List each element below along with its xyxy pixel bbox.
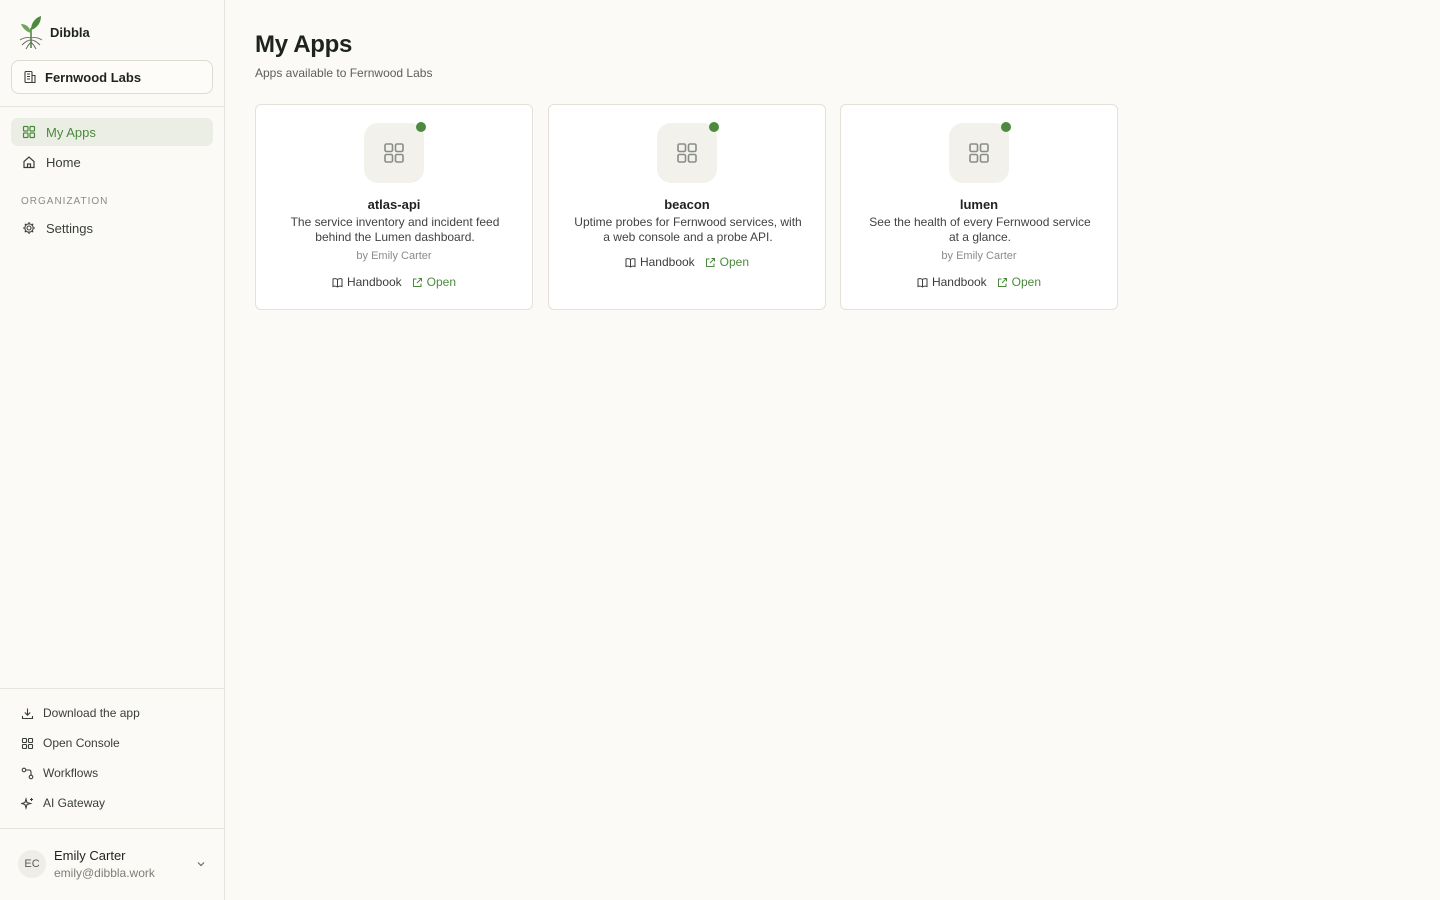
- app-icon: [657, 123, 717, 183]
- download-icon: [21, 707, 34, 720]
- sidebar-divider: [0, 828, 224, 829]
- sidebar-item-my-apps[interactable]: My Apps: [11, 118, 213, 146]
- external-link-icon: [705, 257, 716, 268]
- app-description: Uptime probes for Fernwood services, wit…: [574, 215, 802, 244]
- util-label: Open Console: [43, 736, 120, 750]
- gear-icon: [22, 221, 36, 235]
- page-subtitle: Apps available to Fernwood Labs: [255, 66, 433, 80]
- app-description: See the health of every Fernwood service…: [869, 215, 1091, 244]
- page-title: My Apps: [255, 31, 353, 58]
- app-actions: Handbook Open: [256, 275, 532, 289]
- util-label: AI Gateway: [43, 796, 106, 810]
- open-label: Open: [719, 255, 750, 269]
- sidebar-divider: [0, 106, 224, 107]
- util-label: Download the app: [43, 706, 140, 720]
- ai-gateway-link[interactable]: AI Gateway: [21, 793, 105, 813]
- external-link-icon: [997, 277, 1008, 288]
- app-name: lumen: [959, 197, 999, 212]
- open-console-link[interactable]: Open Console: [21, 733, 120, 753]
- handbook-label: Handbook: [931, 275, 987, 289]
- sidebar-item-home[interactable]: Home: [11, 148, 213, 176]
- status-dot: [1001, 122, 1011, 132]
- app-icon: [364, 123, 424, 183]
- app-icon: [949, 123, 1009, 183]
- sidebar: Dibbla Fernwood Labs My Apps Home ORGANI…: [0, 0, 225, 900]
- sidebar-item-label: Home: [46, 154, 81, 170]
- external-link-icon: [412, 277, 423, 288]
- handbook-label: Handbook: [346, 275, 402, 289]
- user-menu[interactable]: EC Emily Carter emily@dibbla.work: [18, 846, 214, 882]
- user-name: Emily Carter: [54, 848, 126, 863]
- brand[interactable]: Dibbla: [18, 14, 90, 50]
- open-label: Open: [1011, 275, 1042, 289]
- sidebar-item-label: Settings: [46, 220, 93, 236]
- main-content: My Apps Apps available to Fernwood Labs …: [225, 0, 1440, 900]
- book-icon: [917, 277, 928, 288]
- app-actions: Handbook Open: [549, 255, 825, 269]
- nav-section-label: ORGANIZATION: [21, 196, 109, 207]
- book-icon: [332, 277, 343, 288]
- user-email: emily@dibbla.work: [54, 866, 155, 880]
- app-card-atlas-api[interactable]: atlas-api The service inventory and inci…: [255, 104, 533, 310]
- download-app-link[interactable]: Download the app: [21, 703, 140, 723]
- sprout-logo-icon: [18, 14, 44, 50]
- workflows-link[interactable]: Workflows: [21, 763, 98, 783]
- app-card-lumen[interactable]: lumen See the health of every Fernwood s…: [840, 104, 1118, 310]
- grid-icon: [21, 737, 34, 750]
- handbook-link[interactable]: Handbook: [332, 275, 402, 289]
- handbook-label: Handbook: [639, 255, 695, 269]
- book-icon: [625, 257, 636, 268]
- open-link[interactable]: Open: [705, 255, 749, 269]
- org-name: Fernwood Labs: [45, 69, 142, 85]
- building-icon: [23, 70, 37, 84]
- status-dot: [709, 122, 719, 132]
- status-dot: [416, 122, 426, 132]
- open-link[interactable]: Open: [412, 275, 456, 289]
- open-label: Open: [426, 275, 457, 289]
- sidebar-divider: [0, 688, 224, 689]
- grid-icon: [22, 125, 36, 139]
- app-author: by Emily Carter: [356, 250, 432, 262]
- app-name: beacon: [664, 197, 710, 212]
- app-description: The service inventory and incident feed …: [290, 215, 500, 244]
- app-author: by Emily Carter: [941, 250, 1017, 262]
- app-card-beacon[interactable]: beacon Uptime probes for Fernwood servic…: [548, 104, 826, 310]
- workflow-icon: [21, 767, 34, 780]
- handbook-link[interactable]: Handbook: [625, 255, 695, 269]
- app-name: atlas-api: [367, 197, 421, 212]
- sidebar-item-label: My Apps: [46, 124, 96, 140]
- util-label: Workflows: [43, 766, 99, 780]
- brand-name: Dibbla: [50, 24, 90, 40]
- handbook-link[interactable]: Handbook: [917, 275, 987, 289]
- chevron-down-icon[interactable]: [196, 859, 206, 869]
- sparkle-icon: [21, 796, 34, 810]
- org-switcher[interactable]: Fernwood Labs: [11, 60, 213, 94]
- home-icon: [22, 155, 36, 169]
- app-actions: Handbook Open: [841, 275, 1117, 289]
- sidebar-item-settings[interactable]: Settings: [11, 214, 213, 242]
- open-link[interactable]: Open: [997, 275, 1041, 289]
- avatar: EC: [18, 850, 46, 878]
